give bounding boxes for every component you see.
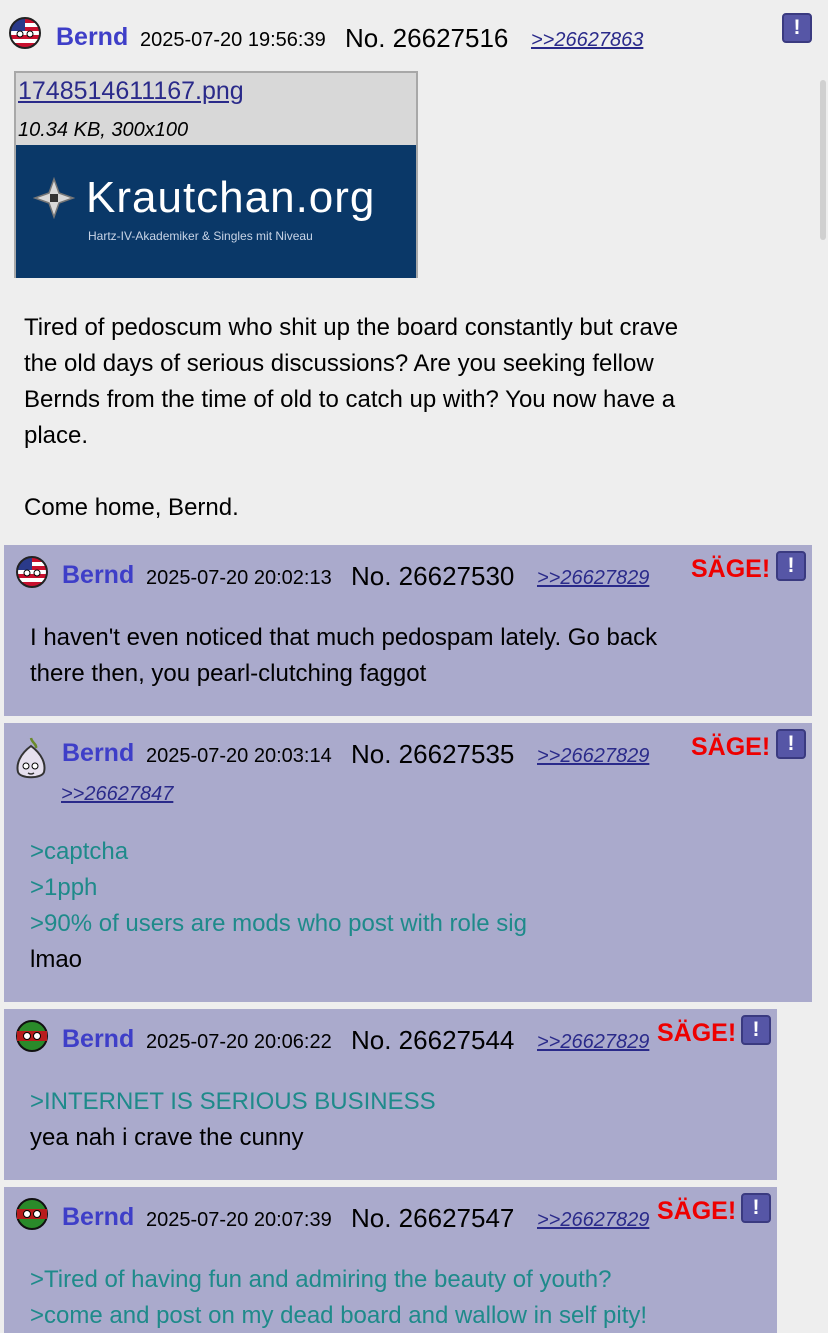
poster-name: Bernd [62,1025,135,1053]
post-text-line: place. [24,422,89,449]
greentext-line: >INTERNET IS SERIOUS BUSINESS [30,1088,436,1115]
greentext-line: >1pph [30,874,98,901]
report-button[interactable]: ! [782,13,812,43]
post-timestamp: 2025-07-20 19:56:39 [140,29,326,51]
post-timestamp: 2025-07-20 20:06:22 [146,1031,332,1053]
post-timestamp: 2025-07-20 20:03:14 [146,745,332,767]
report-button[interactable]: ! [776,729,806,759]
post-number[interactable]: No. 26627547 [351,1203,514,1234]
sage-label: SÄGE! [691,733,771,761]
poster-name: Bernd [62,739,135,767]
file-attachment: 1748514611167.png 10.34 KB, 300x100 Krau… [14,71,418,278]
greentext-line: >Tired of having fun and admiring the be… [30,1266,612,1293]
post-number[interactable]: No. 26627535 [351,739,514,770]
sage-label: SÄGE! [657,1019,737,1047]
green-ball-flag-icon [16,1198,48,1230]
post-text-line: there then, you pearl-clutching faggot [30,660,427,687]
report-button[interactable]: ! [741,1015,771,1045]
backlink[interactable]: >>26627829 [537,567,649,590]
backlink[interactable]: >>26627829 [537,1209,649,1232]
greentext-line: >come and post on my dead board and wall… [30,1302,648,1329]
thumbnail-title: Krautchan.org [86,173,376,222]
us-flag-icon [16,556,48,588]
iron-cross-icon [33,177,75,219]
file-meta: 10.34 KB, 300x100 [18,119,189,141]
poster-name: Bernd [62,561,135,589]
scrollbar[interactable] [820,80,826,240]
onion-flag-icon [16,737,46,779]
report-button[interactable]: ! [776,551,806,581]
thumbnail-image[interactable]: Krautchan.org Hartz-IV-Akademiker & Sing… [16,145,416,278]
poster-name: Bernd [56,23,129,51]
post-text-line: lmao [30,946,83,973]
post-text-line: Tired of pedoscum who shit up the board … [24,314,679,341]
backlink[interactable]: >>26627829 [537,1031,649,1054]
greentext-line: >captcha [30,838,129,865]
post-number[interactable]: No. 26627516 [345,23,508,54]
post-text-line: Bernds from the time of old to catch up … [24,386,676,413]
us-flag-icon [9,17,41,49]
green-ball-flag-icon [16,1020,48,1052]
sage-label: SÄGE! [691,555,771,583]
backlink[interactable]: >>26627847 [61,783,173,806]
post-text-line: Come home, Bernd. [24,494,239,521]
backlink[interactable]: >>26627829 [537,745,649,768]
poster-name: Bernd [62,1203,135,1231]
greentext-line: >90% of users are mods who post with rol… [30,910,527,937]
backlink[interactable]: >>26627863 [531,29,643,52]
post-number[interactable]: No. 26627544 [351,1025,514,1056]
post-text-line: I haven't even noticed that much pedospa… [30,624,658,651]
post-number[interactable]: No. 26627530 [351,561,514,592]
report-button[interactable]: ! [741,1193,771,1223]
post-text-line: the old days of serious discussions? Are… [24,350,654,377]
post-text-line: yea nah i crave the cunny [30,1124,304,1151]
thumbnail-subtitle: Hartz-IV-Akademiker & Singles mit Niveau [88,229,313,243]
sage-label: SÄGE! [657,1197,737,1225]
post-timestamp: 2025-07-20 20:07:39 [146,1209,332,1231]
file-name-link[interactable]: 1748514611167.png [18,77,244,106]
post-timestamp: 2025-07-20 20:02:13 [146,567,332,589]
